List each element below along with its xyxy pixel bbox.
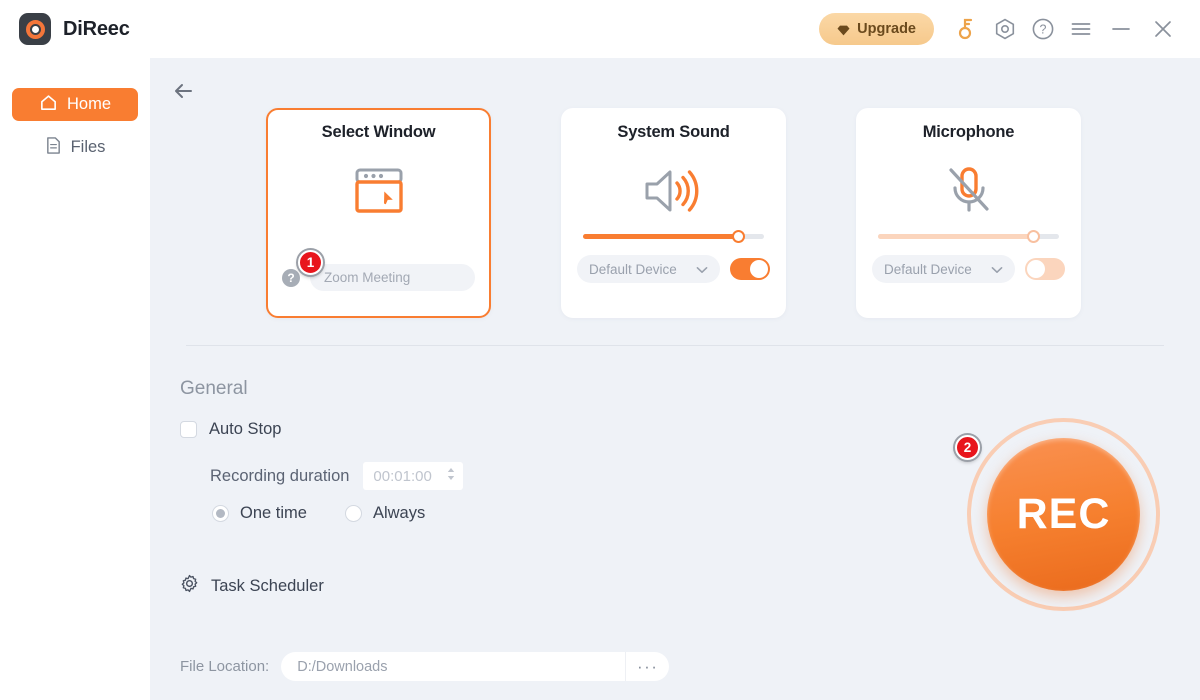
system-sound-device-label: Default Device xyxy=(589,261,677,277)
microphone-device-select[interactable]: Default Device xyxy=(872,255,1015,283)
up-down-arrows-icon[interactable] xyxy=(446,466,456,486)
file-icon xyxy=(45,136,62,160)
upgrade-label: Upgrade xyxy=(857,21,916,37)
help-circle-icon[interactable]: ? xyxy=(1024,10,1062,48)
diamond-icon xyxy=(837,24,850,35)
microphone-slider-fill xyxy=(878,234,1034,239)
minimize-icon[interactable] xyxy=(1100,9,1142,49)
gear-icon xyxy=(180,574,199,598)
auto-stop-label: Auto Stop xyxy=(209,420,282,438)
file-location-label: File Location: xyxy=(180,658,270,675)
recording-duration-row: Recording duration 00:01:00 xyxy=(210,462,464,490)
main-content: Select Window 1 ? Zoom Meeting System So… xyxy=(150,58,1200,700)
sidebar-item-files[interactable]: Files xyxy=(12,131,138,164)
file-location-placeholder: D:/Downloads xyxy=(297,658,388,675)
home-icon xyxy=(39,93,58,117)
card-select-window-title: Select Window xyxy=(321,123,436,141)
hexagon-settings-icon[interactable] xyxy=(986,10,1024,48)
sidebar: Home Files xyxy=(0,58,150,700)
system-sound-toggle[interactable] xyxy=(730,258,770,280)
recording-repeat-radio-group: One time Always xyxy=(212,504,425,523)
microphone-controls: Default Device xyxy=(870,255,1067,283)
system-sound-controls: Default Device xyxy=(575,255,772,283)
card-select-window[interactable]: Select Window 1 ? Zoom Meeting xyxy=(266,108,491,318)
task-scheduler-row[interactable]: Task Scheduler xyxy=(180,574,324,598)
browse-folder-button[interactable]: ··· xyxy=(625,652,669,681)
radio-always-label: Always xyxy=(372,504,426,522)
speaker-on-icon xyxy=(575,148,772,234)
titlebar-actions: Upgrade ? xyxy=(819,0,1200,58)
card-microphone-title: Microphone xyxy=(922,123,1015,141)
annotation-badge-2: 2 xyxy=(955,435,980,460)
record-button-area: 2 REC xyxy=(955,418,1160,611)
chevron-down-icon xyxy=(991,262,1003,277)
source-cards: Select Window 1 ? Zoom Meeting System So… xyxy=(266,108,1081,318)
task-scheduler-label: Task Scheduler xyxy=(211,576,324,595)
window-name-input[interactable]: Zoom Meeting xyxy=(310,264,475,291)
file-location-row: File Location: D:/Downloads ··· xyxy=(180,652,670,681)
auto-stop-row[interactable]: Auto Stop xyxy=(180,420,281,439)
app-brand: DiReec xyxy=(19,13,130,45)
microphone-device-label: Default Device xyxy=(884,261,972,277)
back-button[interactable] xyxy=(168,76,198,106)
radio-one-time-label: One time xyxy=(240,504,307,522)
system-sound-volume-slider[interactable] xyxy=(575,229,772,243)
recording-duration-value: 00:01:00 xyxy=(373,467,432,485)
annotation-badge-1: 1 xyxy=(298,250,323,275)
system-sound-slider-fill xyxy=(583,234,739,239)
title-bar: DiReec Upgrade ? xyxy=(0,0,1200,58)
window-cursor-icon xyxy=(280,148,477,234)
recording-duration-stepper[interactable]: 00:01:00 xyxy=(363,462,464,490)
file-location-input[interactable]: D:/Downloads xyxy=(281,652,625,681)
sidebar-item-home[interactable]: Home xyxy=(12,88,138,121)
microphone-slider-knob[interactable] xyxy=(1027,229,1041,243)
microphone-volume-slider[interactable] xyxy=(870,229,1067,243)
card-system-sound-title: System Sound xyxy=(617,123,730,141)
key-icon[interactable] xyxy=(948,10,986,48)
microphone-toggle[interactable] xyxy=(1025,258,1065,280)
system-sound-slider-knob[interactable] xyxy=(732,229,746,243)
section-divider xyxy=(186,345,1164,346)
card-system-sound[interactable]: System Sound Default Device xyxy=(561,108,786,318)
question-mark-icon[interactable]: ? xyxy=(282,268,300,287)
app-window: DiReec Upgrade ? Home Files Select Windo… xyxy=(0,0,1200,700)
system-sound-device-select[interactable]: Default Device xyxy=(577,255,720,283)
svg-text:?: ? xyxy=(1040,23,1047,37)
window-name-placeholder: Zoom Meeting xyxy=(324,270,411,285)
app-logo-icon xyxy=(19,13,51,45)
app-title: DiReec xyxy=(63,17,130,40)
recording-duration-label: Recording duration xyxy=(210,466,350,485)
record-button[interactable]: REC xyxy=(987,438,1140,591)
chevron-down-icon xyxy=(696,262,708,277)
sidebar-item-files-label: Files xyxy=(70,138,106,156)
upgrade-button[interactable]: Upgrade xyxy=(819,13,934,45)
close-icon[interactable] xyxy=(1142,9,1184,49)
card-microphone[interactable]: Microphone Default Device xyxy=(856,108,1081,318)
sidebar-item-home-label: Home xyxy=(66,95,111,113)
radio-always[interactable]: Always xyxy=(344,504,426,523)
general-section-title: General xyxy=(180,378,248,399)
microphone-muted-icon xyxy=(870,148,1067,234)
radio-one-time[interactable]: One time xyxy=(212,504,307,523)
auto-stop-checkbox[interactable] xyxy=(180,421,197,438)
hamburger-menu-icon[interactable] xyxy=(1062,10,1100,48)
